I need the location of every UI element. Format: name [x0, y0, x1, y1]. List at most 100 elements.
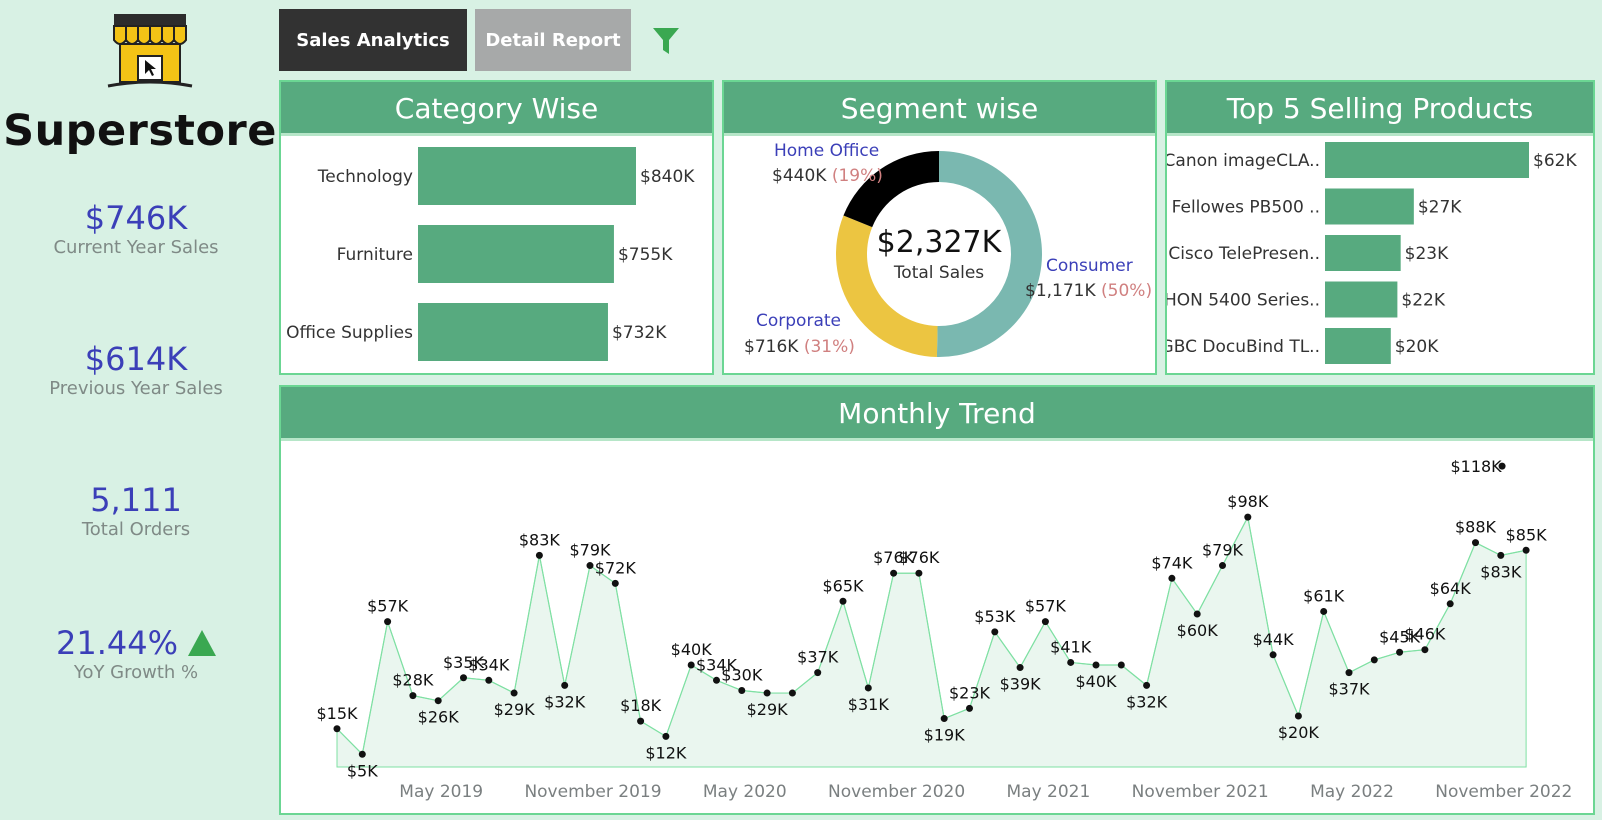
trend-value-label: $65K	[822, 576, 864, 595]
trend-value-label: $57K	[367, 597, 409, 616]
kpi-value: 21.44%	[55, 624, 178, 662]
trend-value-label: $85K	[1506, 525, 1548, 544]
trend-point	[1294, 712, 1302, 720]
trend-chart: $15K$5K$57K$28K$26K$35K$34K$29K$83K$32K$…	[316, 457, 1572, 802]
trend-value-label: $30K	[721, 666, 763, 685]
trend-point	[460, 674, 467, 682]
trend-point	[1168, 574, 1176, 582]
trend-point	[384, 618, 392, 626]
sidebar: Superstore $746K Current Year Sales $614…	[0, 0, 276, 820]
trend-point	[358, 750, 366, 758]
trend-value-label: $46K	[1404, 625, 1446, 644]
trend-value-label: $12K	[645, 743, 687, 762]
segment-value-label: $440K (19%)	[772, 166, 883, 186]
trend-point	[485, 676, 493, 684]
total-sales-value: $2,327K	[877, 225, 1003, 260]
trend-point	[409, 692, 417, 700]
trend-value-label: $32K	[1126, 692, 1168, 711]
x-tick-label: May 2020	[703, 782, 787, 802]
trend-value-label: $64K	[1430, 579, 1472, 598]
growth-row: 21.44%	[0, 625, 272, 661]
trend-value-label: $37K	[1328, 680, 1370, 699]
trend-value-label: $20K	[1278, 723, 1320, 742]
trend-point	[1421, 646, 1429, 654]
trend-value-label: $74K	[1151, 553, 1193, 572]
trend-point	[687, 661, 695, 669]
x-tick-label: November 2021	[1132, 782, 1269, 802]
category-label: Furniture	[337, 245, 413, 265]
kpi-label: Total Orders	[81, 519, 191, 540]
trend-point	[1345, 669, 1353, 677]
trend-value-label: $57K	[1025, 597, 1067, 616]
kpi-yoy-growth: 21.44% YoY Growth %	[0, 625, 272, 685]
trend-point	[586, 562, 594, 570]
x-tick-label: May 2021	[1006, 782, 1090, 802]
trend-point	[1370, 656, 1378, 664]
product-value-label: $22K	[1401, 291, 1445, 311]
trend-point	[1092, 661, 1100, 669]
trend-value-label: $53K	[974, 607, 1016, 626]
kpi-previous-year: $614K Previous Year Sales	[0, 341, 272, 401]
trend-value-label: $61K	[1303, 586, 1345, 605]
trend-value-label: $83K	[519, 530, 561, 549]
trend-panel: Monthly Trend $15K $5K $57K $28K $26K $35K $34…	[279, 385, 1595, 815]
trend-value-label: $28K	[392, 671, 434, 690]
trend-point	[637, 717, 645, 725]
trend-point	[1320, 607, 1328, 615]
trend-value-label: $98K	[1227, 492, 1269, 511]
top-products-title: Top 5 Selling Products	[1167, 82, 1593, 136]
kpi-total-orders: 5,111 Total Orders	[0, 482, 272, 542]
trend-value-label: $23K	[949, 683, 991, 702]
trend-value-label: $83K	[1480, 562, 1522, 581]
category-panel: Category Wise Technology $840K Furniture $7…	[279, 80, 714, 375]
product-label: Fellowes PB500 ..	[1172, 198, 1320, 218]
trend-point	[991, 628, 999, 636]
trend-point	[1244, 513, 1252, 521]
product-value-label: $62K	[1533, 151, 1577, 171]
category-value-label: $755K	[618, 245, 673, 265]
trend-point	[434, 697, 442, 705]
product-value-label: $20K	[1395, 337, 1439, 357]
trend-value-label: $76K	[898, 548, 940, 567]
category-bar	[418, 225, 614, 283]
trend-point	[662, 732, 670, 740]
segment-title: Segment wise	[724, 82, 1155, 136]
product-bar	[1325, 142, 1529, 178]
trend-point	[1016, 664, 1024, 672]
category-value-label: $732K	[612, 323, 667, 343]
trend-value-label: $44K	[1253, 630, 1295, 649]
product-label: Canon imageCLA..	[1167, 151, 1320, 171]
trend-value-label: $18K	[620, 696, 662, 715]
filter-funnel-icon[interactable]	[651, 24, 681, 58]
kpi-value: 5,111	[90, 481, 182, 519]
tab-sales-analytics[interactable]: Sales Analytics	[279, 9, 467, 71]
trend-value-label: $5K	[347, 761, 378, 780]
trend-value-label: $79K	[1202, 541, 1244, 560]
trend-point	[915, 569, 923, 577]
trend-point	[788, 689, 796, 697]
kpi-current-year: $746K Current Year Sales	[0, 200, 272, 260]
trend-point	[1143, 681, 1151, 689]
segment-chart: $2,327K Total Sales Consumer $1,171K (50%) C…	[744, 141, 1152, 357]
product-value-label: $23K	[1405, 244, 1449, 264]
product-bar	[1325, 281, 1398, 318]
trend-value-label: $40K	[1075, 672, 1117, 691]
segment-name-label: Corporate	[756, 311, 841, 331]
trend-point	[1193, 610, 1201, 618]
segment-panel: Segment wise $2,327K Total Sales Consumer $…	[722, 80, 1157, 375]
category-bar	[418, 147, 636, 205]
product-value-label: $27K	[1418, 198, 1462, 218]
trend-point	[1522, 546, 1530, 554]
product-label: HON 5400 Series..	[1167, 291, 1320, 311]
trend-value-label: $29K	[494, 700, 536, 719]
trend-point	[713, 676, 720, 684]
up-arrow-icon	[188, 630, 216, 656]
tab-detail-report[interactable]: Detail Report	[475, 9, 631, 71]
trend-value-label: $39K	[1000, 675, 1042, 694]
kpi-label: YoY Growth %	[73, 662, 199, 683]
category-label: Office Supplies	[286, 323, 413, 343]
top-products-chart: Canon imageCLA.. $62K Fellowes PB500 .. $27…	[1161, 142, 1577, 364]
brand-name: Superstore	[3, 106, 277, 156]
category-bar	[418, 303, 608, 361]
kpi-value: $614K	[84, 340, 188, 378]
